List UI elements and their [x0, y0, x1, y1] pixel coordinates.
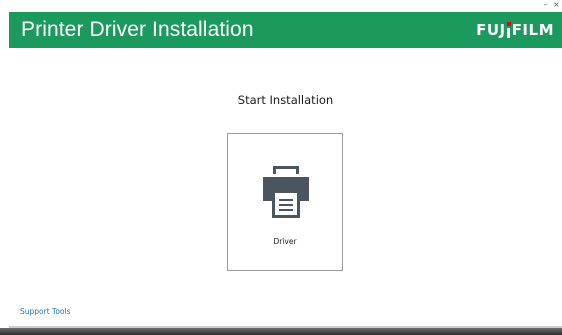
installer-window: – × Printer Driver Installation FUJIFILM…: [0, 0, 562, 335]
start-installation-heading: Start Installation: [237, 93, 334, 107]
printer-icon: [263, 166, 309, 218]
brand-suffix: FILM: [511, 21, 554, 39]
window-bottom-frame: [0, 328, 562, 335]
page-title: Printer Driver Installation: [21, 18, 254, 41]
brand-prefix: FUJ: [476, 21, 506, 39]
minimize-button[interactable]: –: [542, 1, 549, 9]
window-controls: – ×: [542, 0, 560, 10]
driver-tile-button[interactable]: Driver: [227, 133, 343, 271]
close-button[interactable]: ×: [553, 1, 560, 9]
brand-dot: [506, 22, 511, 26]
main-content: Start Installation Driver: [9, 48, 562, 328]
brand-logo: FUJIFILM: [476, 21, 554, 39]
header-bar: Printer Driver Installation FUJIFILM: [9, 12, 562, 48]
support-tools-link[interactable]: Support Tools: [20, 307, 71, 316]
brand-letter-i: I: [506, 21, 512, 39]
driver-tile-label: Driver: [273, 237, 297, 246]
brand-letter-i-stem: [507, 28, 511, 38]
